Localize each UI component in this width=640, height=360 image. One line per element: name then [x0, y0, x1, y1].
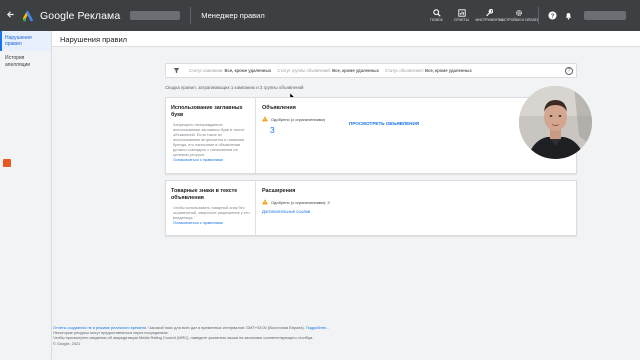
divider — [190, 7, 192, 24]
warning-icon — [262, 116, 268, 122]
divider — [538, 7, 539, 24]
policy-text: Чтобы использовать товарный знак без огр… — [173, 205, 250, 220]
reports-label: отчеты — [454, 18, 469, 22]
policy-link[interactable]: Ознакомиться с правилами — [171, 220, 250, 225]
sidebar-item-appeal-history[interactable]: История апелляции — [0, 51, 51, 71]
policy-card-capitalization: Использование заглавных букв Запрещено н… — [165, 97, 577, 174]
section-title: Менеджер правил — [201, 11, 265, 20]
status-label: Одобрено (с ограничениями): 3 — [271, 199, 330, 205]
filter-icon[interactable] — [169, 67, 183, 74]
filter-campaign-status[interactable]: Статус кампании: Все, кроме удаленных — [189, 68, 271, 73]
status-label: Одобрено (с ограничениями) — [271, 116, 326, 122]
user-account-menu[interactable] — [584, 11, 626, 20]
footer: Отчеты создаются не в режиме реального в… — [53, 325, 329, 346]
sidebar-item-policy-violations[interactable]: Нарушения правил — [0, 31, 51, 52]
status-row: Одобрено (с ограничениями) — [262, 116, 325, 122]
webcam-overlay — [519, 86, 592, 159]
timezone-text: . Часовой пояс для всех дат и временных … — [146, 325, 305, 330]
affected-items: Объявления Одобрено (с ограничениями) 3 — [262, 105, 325, 135]
summary-text: Сводка правил, затрагивающих 1 кампанию … — [165, 85, 304, 90]
policy-description: Товарные знаки в тексте объявления Чтобы… — [166, 181, 256, 235]
settings-label: настройки и оплата — [499, 18, 539, 22]
learn-more-link[interactable]: Подробнее... — [306, 325, 329, 330]
filter-ad-status[interactable]: Статус объявления: Все, кроме удаленных — [385, 68, 472, 73]
affected-type-title: Расширения — [262, 188, 296, 194]
page-header: Нарушения правил — [52, 31, 640, 47]
filter-adgroup-status[interactable]: Статус группы объявлений: Все, кроме уда… — [277, 68, 379, 73]
back-arrow-icon[interactable] — [3, 10, 17, 22]
sidebar: Нарушения правил История апелляции — [0, 31, 52, 360]
affected-items: Расширения Одобрено (с ограничениями): 3… — [262, 188, 330, 214]
search-button[interactable]: поиск — [424, 0, 449, 31]
policy-card-trademarks: Товарные знаки в тексте объявления Чтобы… — [165, 180, 577, 236]
affected-count[interactable]: 3 — [270, 125, 325, 135]
sitelinks-link[interactable]: Дополнительные ссылки — [262, 209, 330, 214]
settings-billing-button[interactable]: настройки и оплата — [499, 0, 539, 31]
tools-button[interactable]: инструменты — [474, 0, 504, 31]
help-icon[interactable]: ? — [565, 67, 573, 75]
account-selector[interactable] — [130, 11, 181, 20]
page-title: Нарушения правил — [60, 35, 128, 44]
recording-marker — [3, 159, 11, 167]
warning-icon — [262, 199, 268, 205]
app-window: Google Реклама Менеджер правил поиск отч… — [0, 0, 640, 360]
policy-description: Использование заглавных букв Запрещено н… — [166, 98, 256, 173]
presenter-video-image — [519, 86, 592, 159]
wrench-icon — [486, 9, 493, 17]
footer-line-3: Чтобы просмотреть сведения об аккредитац… — [53, 335, 314, 341]
affected-type-title: Объявления — [262, 105, 296, 111]
policy-title: Использование заглавных букв — [171, 105, 243, 118]
filter-bar[interactable]: Статус кампании: Все, кроме удаленных Ст… — [165, 63, 577, 78]
bell-icon[interactable] — [560, 11, 576, 20]
reports-icon — [457, 9, 466, 17]
policy-title: Товарные знаки в тексте объявления — [171, 188, 238, 201]
view-ads-button[interactable]: ПРОСМОТРЕТЬ ОБЪЯВЛЕНИЯ — [349, 121, 419, 126]
brand-name[interactable]: Google Реклама — [40, 10, 120, 22]
search-icon — [432, 9, 441, 17]
policy-link[interactable]: Ознакомиться с правилами — [171, 157, 250, 162]
gear-icon — [516, 10, 522, 16]
toolbar-right: поиск отчеты инструменты настройки и опл… — [424, 0, 640, 31]
svg-text:?: ? — [550, 14, 554, 20]
help-icon[interactable]: ? — [544, 11, 560, 20]
copyright: © Google, 2021 — [53, 340, 81, 346]
reports-button[interactable]: отчеты — [449, 0, 474, 31]
google-ads-logo-icon — [22, 10, 35, 22]
top-bar: Google Реклама Менеджер правил поиск отч… — [0, 0, 640, 31]
search-label: поиск — [430, 18, 443, 22]
policy-text: Запрещено неоправданное использование за… — [173, 122, 245, 157]
status-row: Одобрено (с ограничениями): 3 — [262, 199, 330, 205]
